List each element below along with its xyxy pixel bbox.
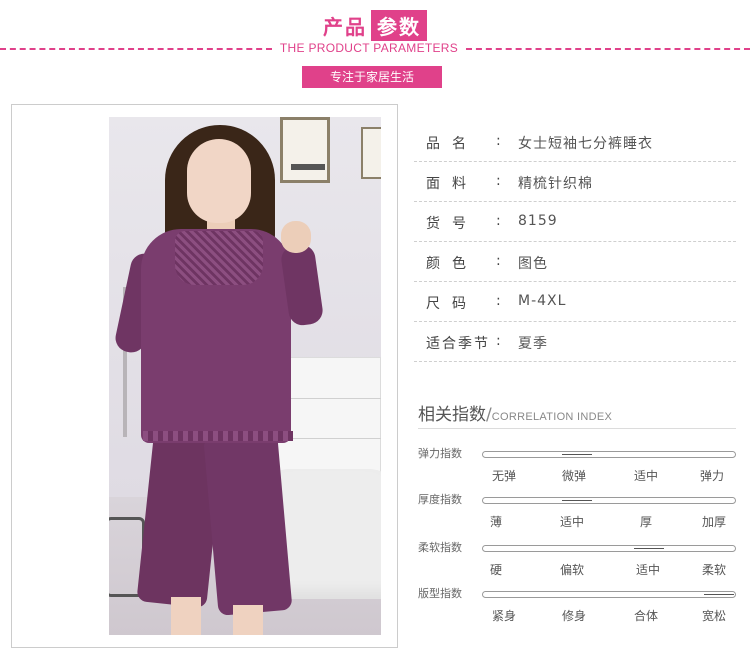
index-option: 紧身 (491, 609, 516, 623)
index-option: 弹力 (699, 469, 724, 483)
title-main: 产品 (323, 15, 367, 39)
index-marker (562, 454, 592, 455)
param-value: M-4XL (518, 293, 567, 309)
param-row: 尺码 : M-4XL (414, 282, 736, 322)
index-label: 弹力指数 (418, 447, 462, 460)
param-label: 尺码 (426, 296, 478, 312)
index-option: 适中 (635, 563, 660, 577)
index-row-elasticity: 弹力指数 无弹 微弹 适中 弹力 (418, 445, 738, 491)
index-option: 厚 (639, 515, 652, 529)
index-row-softness: 柔软指数 硬 偏软 适中 柔软 (418, 539, 738, 585)
parameter-table: 品名 : 女士短袖七分裤睡衣 面料 : 精梳针织棉 货号 : 8159 颜色 :… (414, 122, 736, 362)
index-title: 相关指数/CORRELATION INDEX (418, 400, 612, 425)
index-option: 适中 (633, 469, 658, 483)
param-row: 适合季节 : 夏季 (414, 322, 736, 362)
param-label: 适合季节 (426, 336, 490, 352)
param-value: 女士短袖七分裤睡衣 (518, 136, 653, 152)
param-value: 8159 (518, 213, 558, 229)
param-value: 图色 (518, 256, 548, 272)
index-title-text: 相关指数 (418, 405, 486, 425)
param-label: 货号 (426, 216, 478, 232)
page-subtitle: THE PRODUCT PARAMETERS (279, 41, 459, 55)
index-option: 微弹 (561, 469, 586, 483)
index-row-fit: 版型指数 紧身 修身 合体 宽松 (418, 585, 738, 631)
index-option: 合体 (633, 609, 658, 623)
param-label: 品名 (426, 136, 478, 152)
index-option: 硬 (489, 563, 502, 577)
wall-picture (361, 127, 381, 179)
index-option: 适中 (559, 515, 584, 529)
index-marker (562, 500, 592, 501)
index-option: 偏软 (559, 563, 584, 577)
param-row: 货号 : 8159 (414, 202, 736, 242)
lace-collar (175, 231, 263, 285)
index-scale (482, 545, 736, 552)
index-option: 柔软 (701, 563, 726, 577)
param-row: 品名 : 女士短袖七分裤睡衣 (414, 122, 736, 162)
param-label: 颜色 (426, 256, 478, 272)
index-option: 薄 (489, 515, 502, 529)
model-face (187, 139, 251, 223)
index-label: 版型指数 (418, 587, 462, 600)
param-value: 夏季 (518, 336, 548, 352)
index-scale (482, 591, 736, 598)
header: 产品 参数 THE PRODUCT PARAMETERS 专注于家居生活 (0, 0, 750, 100)
index-option: 修身 (561, 609, 586, 623)
page-title: 产品 参数 (0, 10, 750, 41)
param-row: 颜色 : 图色 (414, 242, 736, 282)
index-scale (482, 451, 736, 458)
index-scale (482, 497, 736, 504)
slogan-badge: 专注于家居生活 (302, 66, 442, 88)
index-divider (418, 428, 736, 429)
index-option: 无弹 (491, 469, 516, 483)
index-marker (704, 594, 734, 595)
model-pants (203, 434, 293, 616)
index-row-thickness: 厚度指数 薄 适中 厚 加厚 (418, 491, 738, 537)
index-subtitle: CORRELATION INDEX (491, 411, 613, 423)
divider-right (466, 48, 750, 50)
param-row: 面料 : 精梳针织棉 (414, 162, 736, 202)
lace-hem (143, 431, 293, 441)
index-option: 宽松 (701, 609, 726, 623)
product-photo (109, 117, 381, 635)
index-marker (634, 548, 664, 549)
title-highlight: 参数 (371, 10, 427, 41)
index-label: 厚度指数 (418, 493, 462, 506)
divider-left (0, 48, 272, 50)
index-label: 柔软指数 (418, 541, 462, 554)
param-label: 面料 (426, 176, 478, 192)
wall-picture (280, 117, 330, 183)
param-value: 精梳针织棉 (518, 176, 593, 192)
index-option: 加厚 (701, 515, 726, 529)
